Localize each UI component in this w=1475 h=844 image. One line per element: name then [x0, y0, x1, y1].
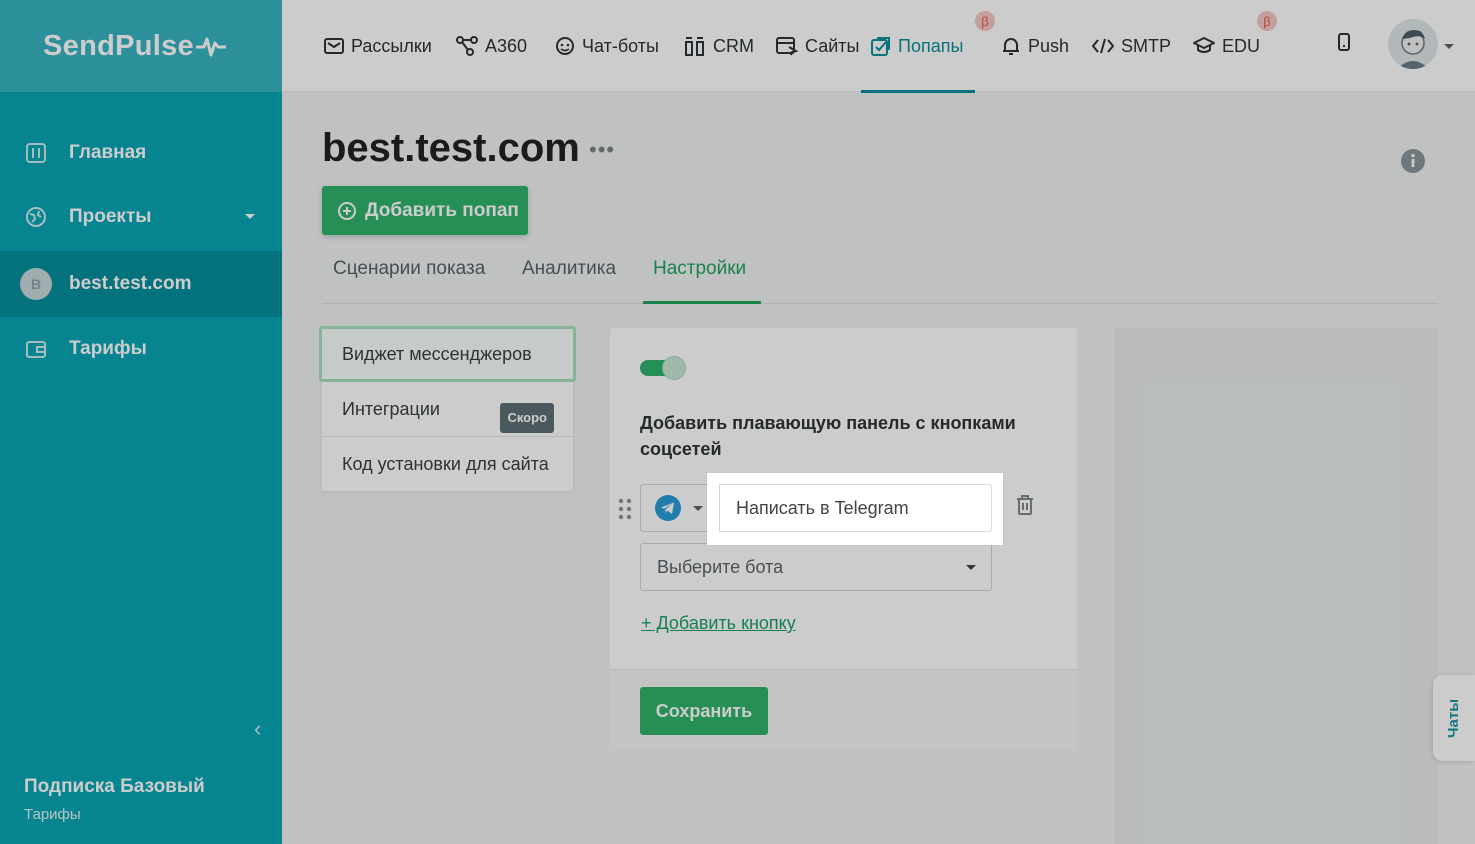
menu-item-messenger-widget[interactable]: Виджет мессенджеров [319, 326, 576, 382]
telegram-icon [655, 495, 681, 521]
nav-smtp[interactable]: SMTP [1092, 0, 1171, 92]
sidebar-item-tariffs[interactable]: Тарифы [0, 316, 282, 382]
globe-icon [24, 205, 48, 229]
add-popup-button[interactable]: Добавить попап [322, 186, 528, 235]
subscription-plan: Подписка Базовый Тарифы [24, 776, 205, 823]
dashboard-icon [24, 141, 48, 165]
beta-badge: β [975, 11, 995, 31]
sidebar-item-projects[interactable]: Проекты [0, 184, 282, 250]
nav-a360[interactable]: A360 [456, 0, 527, 92]
beta-badge: β [1257, 11, 1277, 31]
tab-scenarios[interactable]: Сценарии показа [333, 258, 485, 280]
page-tabs: Сценарии показа Аналитика Настройки [322, 248, 1438, 304]
chevron-down-icon[interactable] [1444, 44, 1454, 49]
sidebar-item-home[interactable]: Главная [0, 120, 282, 186]
automation-icon [456, 36, 478, 56]
popup-icon [871, 37, 890, 56]
settings-menu: Виджет мессенджеров Интеграции Скоро Код… [319, 326, 576, 491]
wallet-icon [24, 337, 48, 361]
save-button[interactable]: Сохранить [640, 687, 768, 735]
trash-icon[interactable] [1015, 494, 1035, 516]
brand-logo[interactable]: SendPulse [0, 0, 282, 92]
mail-icon [324, 38, 344, 54]
avatar: B [20, 268, 52, 300]
panel-title: Добавить плавающую панель с кнопками соц… [640, 413, 1016, 459]
nav-push[interactable]: Push [1001, 0, 1069, 92]
brand-name: SendPulse [43, 29, 194, 62]
chevron-down-icon [966, 565, 976, 570]
sidebar-item-label: Проекты [69, 206, 152, 227]
collapse-sidebar-icon[interactable]: ‹ [254, 716, 261, 742]
add-button-link[interactable]: + Добавить кнопку [641, 613, 796, 634]
info-icon[interactable] [1401, 149, 1425, 173]
sidebar: SendPulse Главная Проекты B best.test.co… [0, 0, 282, 844]
drag-handle-icon[interactable] [618, 498, 632, 520]
bell-icon [1003, 38, 1019, 55]
sidebar-item-project-site[interactable]: B best.test.com [0, 251, 282, 317]
plan-link[interactable]: Тарифы [24, 806, 205, 823]
nav-edu[interactable]: EDU [1193, 0, 1260, 92]
more-options-icon[interactable]: ••• [589, 137, 615, 163]
sidebar-item-label: best.test.com [69, 273, 192, 294]
plan-title: Подписка Базовый [24, 776, 205, 797]
top-navigation: Рассылки A360 Чат-боты CRM Сайты Попапы … [282, 0, 1475, 93]
bot-select[interactable]: Выберите бота [640, 543, 992, 591]
sidebar-item-label: Тарифы [69, 338, 147, 359]
nav-campaigns[interactable]: Рассылки [324, 0, 432, 92]
sidebar-item-label: Главная [69, 142, 147, 163]
active-tab-indicator [643, 301, 761, 304]
nav-sites[interactable]: Сайты [776, 0, 859, 92]
active-tab-indicator [861, 90, 975, 93]
mobile-app-icon[interactable] [1337, 32, 1351, 52]
menu-item-install-code[interactable]: Код установки для сайта [322, 437, 573, 491]
nav-crm[interactable]: CRM [684, 0, 754, 92]
widget-enabled-toggle[interactable] [640, 356, 686, 380]
chevron-down-icon [693, 505, 703, 511]
plus-circle-icon [338, 201, 356, 220]
nav-popups[interactable]: Попапы [861, 0, 975, 93]
chevron-down-icon [245, 214, 255, 219]
graduation-cap-icon [1193, 37, 1215, 53]
site-icon [776, 37, 798, 56]
chatbot-icon [556, 37, 574, 55]
menu-item-integrations[interactable]: Интеграции Скоро [322, 382, 573, 437]
widget-preview [1115, 328, 1438, 844]
chats-tab[interactable]: Чаты [1433, 675, 1475, 761]
tab-analytics[interactable]: Аналитика [522, 258, 616, 280]
soon-badge: Скоро [500, 403, 554, 433]
toggle-knob [662, 356, 686, 380]
crm-icon [685, 37, 704, 56]
tab-settings[interactable]: Настройки [653, 258, 746, 280]
page-title: best.test.com [322, 126, 580, 170]
pulse-icon [195, 37, 226, 57]
nav-chatbots[interactable]: Чат-боты [555, 0, 659, 92]
user-avatar[interactable] [1388, 19, 1438, 69]
code-icon [1092, 38, 1114, 54]
button-text-input-highlighted[interactable]: Написать в Telegram [719, 484, 992, 532]
